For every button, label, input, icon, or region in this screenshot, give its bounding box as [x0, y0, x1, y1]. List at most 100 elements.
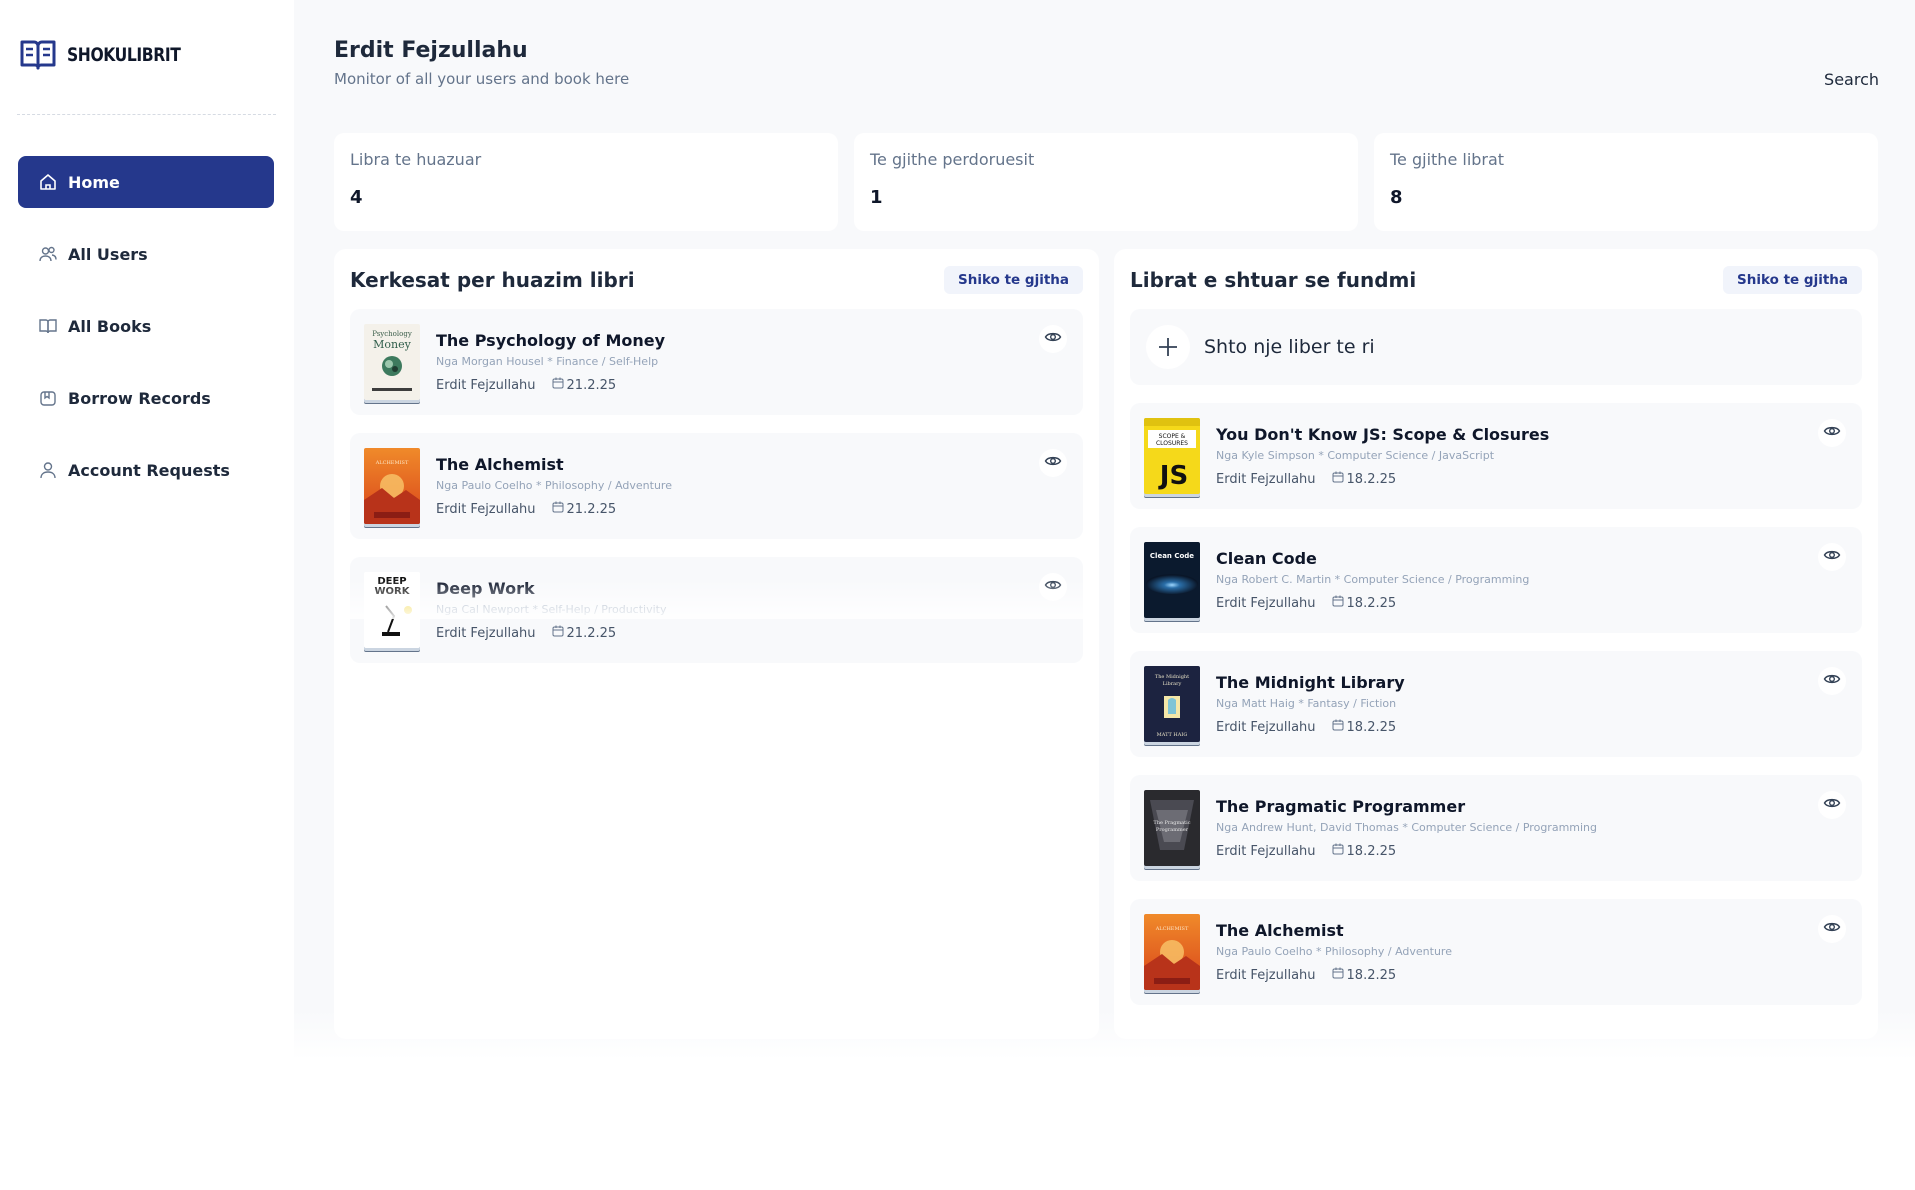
book-date-value: 18.2.25: [1346, 595, 1397, 611]
book-date: 18.2.25: [1332, 595, 1397, 611]
panel-title: Librat e shtuar se fundmi: [1130, 268, 1417, 292]
book-card[interactable]: SCOPE & CLOSURES JS You Don't Know JS: S…: [1130, 403, 1862, 509]
book-footer: Erdit Fejzullahu 18.2.25: [1216, 719, 1802, 735]
book-card[interactable]: Clean Code Clean Code Nga Robert C. Mart…: [1130, 527, 1862, 633]
view-button[interactable]: [1818, 667, 1846, 695]
book-footer: Erdit Fejzullahu 21.2.25: [436, 377, 1023, 393]
cover-text: The Pragmatic: [1153, 820, 1190, 826]
book-cover-image: The Pragmatic Programmer: [1144, 790, 1200, 866]
cover-text: JS: [1158, 461, 1188, 491]
book-meta: Nga Paulo Coelho * Philosophy / Adventur…: [436, 479, 672, 492]
book-meta: Nga Paulo Coelho * Philosophy / Adventur…: [1216, 945, 1452, 958]
cover-text: Programmer: [1156, 827, 1189, 833]
calendar-icon: [552, 377, 564, 393]
stat-card-books: Te gjithe librat 8: [1374, 133, 1878, 231]
book-date: 18.2.25: [1332, 967, 1396, 983]
book-title: The Alchemist: [1216, 921, 1344, 940]
book-info: The Midnight Library Nga Matt Haig * Fan…: [1216, 673, 1802, 735]
book-date: 18.2.25: [1332, 843, 1397, 859]
book-date-value: 18.2.25: [1346, 471, 1397, 487]
view-button[interactable]: [1818, 543, 1846, 571]
cover-text: Money: [373, 338, 411, 351]
panel-header: Librat e shtuar se fundmi Shiko te gjith…: [1130, 265, 1862, 295]
plus-icon: [1146, 325, 1190, 369]
book-date-value: 18.2.25: [1346, 843, 1397, 859]
sidebar-item-account-requests[interactable]: Account Requests: [18, 444, 274, 496]
search-button[interactable]: Search: [1824, 70, 1879, 89]
view-button[interactable]: [1818, 791, 1846, 819]
list-fade: [334, 579, 1099, 619]
sidebar: SHOKULIBRIT Home All Users All Books Bor: [0, 0, 294, 1190]
book-info: The Alchemist Nga Paulo Coelho * Philoso…: [1216, 921, 1802, 983]
book-footer: Erdit Fejzullahu 18.2.25: [1216, 471, 1802, 487]
page-title: Erdit Fejzullahu: [334, 38, 528, 63]
calendar-icon: [1332, 843, 1344, 859]
brand-logo[interactable]: SHOKULIBRIT: [19, 36, 205, 74]
eye-icon: [1044, 452, 1062, 474]
book-info: The Alchemist Nga Paulo Coelho * Philoso…: [436, 455, 1023, 517]
book-meta: Nga Kyle Simpson * Computer Science / Ja…: [1216, 449, 1495, 462]
stat-card-users: Te gjithe perdoruesit 1: [854, 133, 1358, 231]
stats-row: Libra te huazuar 4 Te gjithe perdoruesit…: [334, 133, 1878, 231]
sidebar-item-home[interactable]: Home: [18, 156, 274, 208]
stat-label: Te gjithe librat: [1390, 150, 1505, 169]
book-card[interactable]: The Pragmatic Programmer The Pragmatic P…: [1130, 775, 1862, 881]
book-footer: Erdit Fejzullahu 18.2.25: [1216, 967, 1802, 983]
book-user: Erdit Fejzullahu: [1216, 967, 1316, 983]
stat-value: 8: [1390, 187, 1403, 208]
view-button[interactable]: [1039, 449, 1067, 477]
book-card[interactable]: Psychology Money The Psychology of Money…: [350, 309, 1083, 415]
eye-icon: [1044, 328, 1062, 350]
user-icon: [38, 460, 58, 480]
borrow-requests-panel: Kerkesat per huazim libri Shiko te gjith…: [334, 249, 1099, 1039]
book-date: 21.2.25: [552, 625, 616, 641]
cover-text: MATT HAIG: [1157, 732, 1188, 738]
eye-icon: [1823, 422, 1841, 444]
view-button[interactable]: [1818, 419, 1846, 447]
book-footer: Erdit Fejzullahu 21.2.25: [436, 625, 1023, 641]
sidebar-item-all-books[interactable]: All Books: [18, 300, 274, 352]
book-card[interactable]: The Midnight Library MATT HAIG The Midni…: [1130, 651, 1862, 757]
main-content: Erdit Fejzullahu Monitor of all your use…: [294, 0, 1915, 1190]
book-date: 18.2.25: [1332, 719, 1397, 735]
stat-card-borrowed: Libra te huazuar 4: [334, 133, 838, 231]
book-cover-image: The Midnight Library MATT HAIG: [1144, 666, 1200, 742]
book-title: The Psychology of Money: [436, 331, 666, 350]
eye-icon: [1823, 794, 1841, 816]
add-book-button[interactable]: Shto nje liber te ri: [1130, 309, 1862, 385]
book-user: Erdit Fejzullahu: [436, 625, 536, 641]
sidebar-item-all-users[interactable]: All Users: [18, 228, 274, 280]
recent-books-panel: Librat e shtuar se fundmi Shiko te gjith…: [1114, 249, 1878, 1039]
book-cover-image: SCOPE & CLOSURES JS: [1144, 418, 1200, 494]
book-info: Clean Code Nga Robert C. Martin * Comput…: [1216, 549, 1802, 611]
sidebar-item-borrow-records[interactable]: Borrow Records: [18, 372, 274, 424]
book-user: Erdit Fejzullahu: [1216, 471, 1316, 487]
book-user: Erdit Fejzullahu: [1216, 719, 1316, 735]
bookmark-icon: [38, 388, 58, 408]
see-all-button[interactable]: Shiko te gjitha: [944, 266, 1083, 294]
view-button[interactable]: [1039, 325, 1067, 353]
cover-text: CLOSURES: [1156, 440, 1188, 447]
book-cover-image: ALCHEMIST: [1144, 914, 1200, 990]
book-card[interactable]: ALCHEMIST The Alchemist Nga Paulo Coelho…: [350, 433, 1083, 539]
book-cover-image: Clean Code: [1144, 542, 1200, 618]
book-card[interactable]: ALCHEMIST The Alchemist Nga Paulo Coelho…: [1130, 899, 1862, 1005]
book-cover-image: Psychology Money: [364, 324, 420, 400]
book-footer: Erdit Fejzullahu 18.2.25: [1216, 843, 1802, 859]
cover-text: ALCHEMIST: [1155, 926, 1189, 932]
calendar-icon: [1332, 719, 1344, 735]
eye-icon: [1823, 918, 1841, 940]
book-info: The Psychology of Money Nga Morgan House…: [436, 331, 1023, 393]
stat-label: Te gjithe perdoruesit: [870, 150, 1035, 169]
cover-text: SCOPE &: [1159, 433, 1186, 440]
view-button[interactable]: [1818, 915, 1846, 943]
book-date: 21.2.25: [552, 377, 616, 393]
book-date-value: 18.2.25: [1346, 719, 1397, 735]
book-meta: Nga Robert C. Martin * Computer Science …: [1216, 573, 1530, 586]
see-all-button[interactable]: Shiko te gjitha: [1723, 266, 1862, 294]
calendar-icon: [552, 501, 564, 517]
stat-value: 1: [870, 187, 883, 208]
borrow-request-list: Psychology Money The Psychology of Money…: [350, 309, 1083, 681]
panel-title: Kerkesat per huazim libri: [350, 268, 635, 292]
book-title: You Don't Know JS: Scope & Closures: [1216, 425, 1550, 444]
